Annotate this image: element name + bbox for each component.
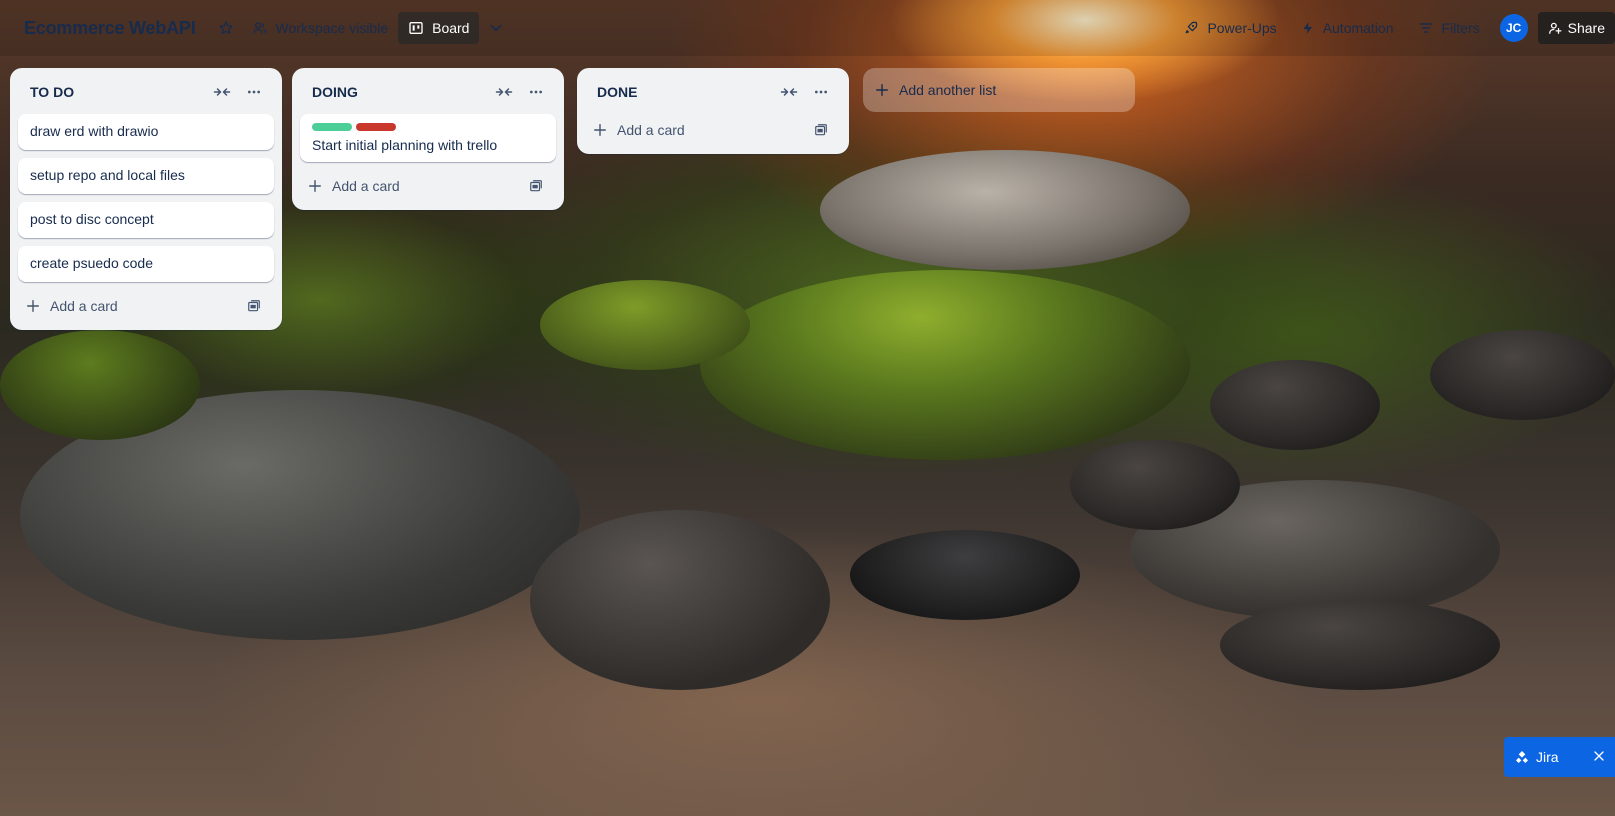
jira-label: Jira bbox=[1536, 749, 1559, 765]
avatar-initials: JC bbox=[1505, 21, 1522, 35]
add-card-label[interactable]: Add a card bbox=[50, 298, 238, 314]
list-done: DONE Add a card bbox=[577, 68, 849, 154]
board-header: Ecommerce WebAPI Workspace visible Board… bbox=[0, 0, 1615, 56]
card-label-red[interactable] bbox=[356, 123, 396, 131]
card-title: Start initial planning with trello bbox=[312, 137, 498, 153]
create-from-template-button[interactable] bbox=[520, 172, 552, 200]
collapse-icon bbox=[780, 88, 798, 96]
lightning-icon bbox=[1303, 22, 1312, 34]
background-rock bbox=[1220, 600, 1500, 690]
list-title[interactable]: DOING bbox=[312, 84, 488, 100]
add-card-label[interactable]: Add a card bbox=[617, 122, 805, 138]
collapse-icon bbox=[495, 88, 513, 96]
star-button[interactable] bbox=[210, 12, 242, 44]
jira-widget[interactable]: Jira bbox=[1504, 737, 1615, 777]
board-view-button[interactable]: Board bbox=[398, 12, 480, 44]
list-title[interactable]: TO DO bbox=[30, 84, 206, 100]
background-rock bbox=[1070, 440, 1240, 530]
add-card-button[interactable] bbox=[593, 123, 609, 137]
plus-icon bbox=[27, 300, 39, 312]
share-label: Share bbox=[1567, 20, 1605, 36]
jira-icon bbox=[1516, 751, 1528, 763]
collapse-icon bbox=[213, 88, 231, 96]
card[interactable]: setup repo and local files bbox=[18, 158, 274, 194]
background-rock bbox=[1430, 330, 1615, 420]
create-from-template-button[interactable] bbox=[238, 292, 270, 320]
add-card-row: Add a card bbox=[585, 114, 841, 146]
add-list-button[interactable]: Add another list bbox=[863, 68, 1135, 112]
star-icon bbox=[219, 21, 233, 34]
view-label: Board bbox=[432, 20, 470, 36]
card[interactable]: draw erd with drawio bbox=[18, 114, 274, 150]
card-title: create psuedo code bbox=[30, 255, 153, 271]
background-rock bbox=[850, 530, 1080, 620]
power-ups-button[interactable]: Power-Ups bbox=[1173, 12, 1286, 44]
chevron-down-icon bbox=[491, 24, 502, 32]
collapse-list-button[interactable] bbox=[488, 78, 520, 106]
list-header: TO DO bbox=[18, 76, 274, 108]
card-label-green[interactable] bbox=[312, 123, 352, 131]
card[interactable]: post to disc concept bbox=[18, 202, 274, 238]
visibility-button[interactable]: Workspace visible bbox=[242, 12, 399, 44]
view-switcher-button[interactable] bbox=[479, 12, 513, 44]
card[interactable]: Start initial planning with trello bbox=[300, 114, 556, 162]
plus-icon bbox=[875, 83, 889, 97]
add-card-button[interactable] bbox=[26, 299, 42, 313]
background-rock bbox=[540, 280, 750, 370]
background-rock bbox=[530, 510, 830, 690]
card-title: draw erd with drawio bbox=[30, 123, 159, 139]
automation-label: Automation bbox=[1322, 20, 1394, 36]
background-rock bbox=[820, 150, 1190, 270]
add-card-label[interactable]: Add a card bbox=[332, 178, 520, 194]
template-icon bbox=[530, 180, 542, 192]
card-title: post to disc concept bbox=[30, 211, 154, 227]
add-person-icon bbox=[1548, 22, 1562, 34]
list-header: DOING bbox=[300, 76, 556, 108]
list-doing: DOING Start initial planning with trello… bbox=[292, 68, 564, 210]
template-icon bbox=[815, 124, 827, 136]
workspace-visible-icon bbox=[252, 22, 267, 34]
card-labels bbox=[312, 123, 544, 131]
list-actions-button[interactable] bbox=[520, 78, 552, 106]
background-rock bbox=[0, 330, 200, 440]
collapse-list-button[interactable] bbox=[773, 78, 805, 106]
list-actions-button[interactable] bbox=[805, 78, 837, 106]
board-title[interactable]: Ecommerce WebAPI bbox=[24, 18, 196, 39]
add-card-row: Add a card bbox=[18, 290, 274, 322]
power-ups-label: Power-Ups bbox=[1207, 20, 1277, 36]
filter-icon bbox=[1419, 23, 1432, 33]
avatar[interactable]: JC bbox=[1499, 14, 1528, 42]
share-button[interactable]: Share bbox=[1537, 12, 1615, 44]
card[interactable]: create psuedo code bbox=[18, 246, 274, 282]
filters-button[interactable]: Filters bbox=[1408, 12, 1490, 44]
ellipsis-icon bbox=[248, 90, 260, 94]
filters-label: Filters bbox=[1441, 20, 1480, 36]
template-icon bbox=[248, 300, 260, 312]
close-icon[interactable] bbox=[1593, 749, 1605, 765]
plus-icon bbox=[309, 180, 321, 192]
collapse-list-button[interactable] bbox=[206, 78, 238, 106]
header-actions: Power-Ups Automation Filters JC Share bbox=[1173, 12, 1615, 44]
add-list-label: Add another list bbox=[899, 82, 997, 98]
list-actions-button[interactable] bbox=[238, 78, 270, 106]
board-icon bbox=[409, 22, 423, 34]
list-header: DONE bbox=[585, 76, 841, 108]
add-card-row: Add a card bbox=[300, 170, 556, 202]
create-from-template-button[interactable] bbox=[805, 116, 837, 144]
ellipsis-icon bbox=[530, 90, 542, 94]
card-title: setup repo and local files bbox=[30, 167, 185, 183]
automation-button[interactable]: Automation bbox=[1291, 12, 1404, 44]
visibility-label: Workspace visible bbox=[275, 20, 389, 36]
rocket-icon bbox=[1186, 21, 1198, 34]
ellipsis-icon bbox=[815, 90, 827, 94]
background-rock bbox=[700, 270, 1190, 460]
add-card-button[interactable] bbox=[308, 179, 324, 193]
list-title[interactable]: DONE bbox=[597, 84, 773, 100]
background-rock bbox=[1210, 360, 1380, 450]
plus-icon bbox=[594, 124, 606, 136]
list-to-do: TO DO draw erd with drawio setup repo an… bbox=[10, 68, 282, 330]
